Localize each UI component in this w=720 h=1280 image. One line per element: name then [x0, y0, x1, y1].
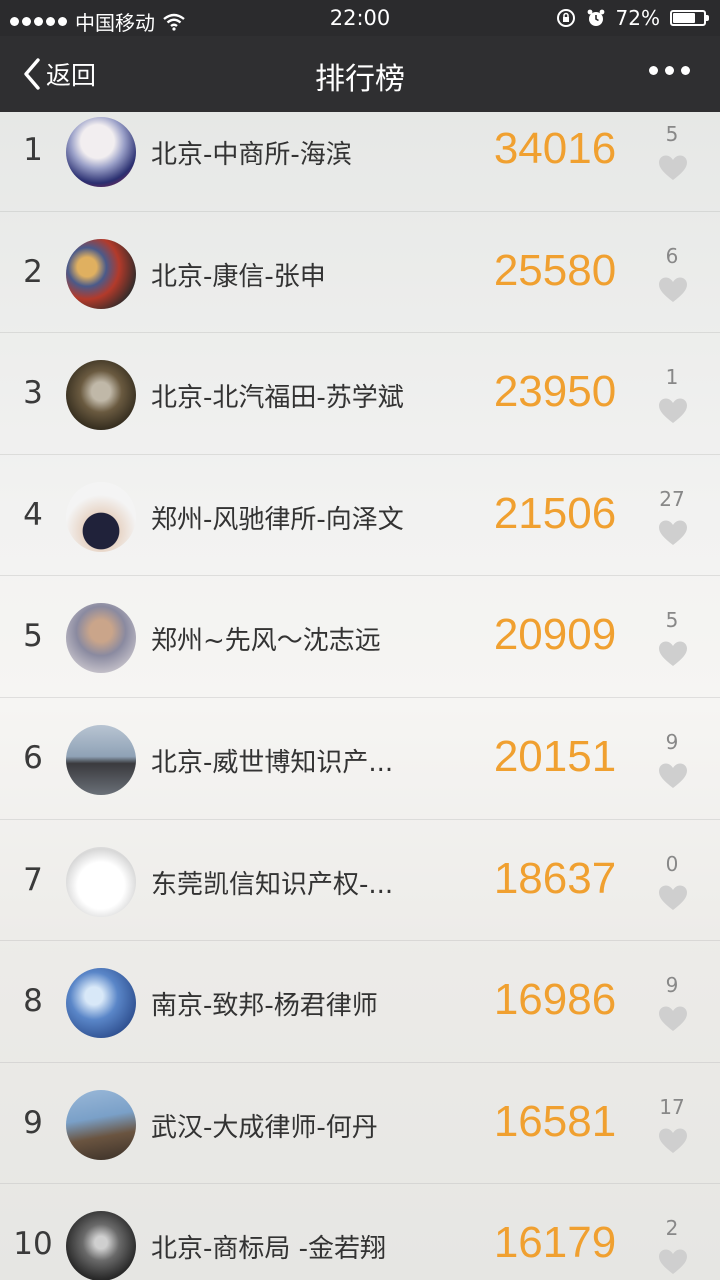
ranking-row[interactable]: 2 北京-康信-张申 25580 6 [0, 212, 720, 334]
heart-icon[interactable] [658, 1248, 688, 1276]
rank-number: 10 [13, 1226, 53, 1263]
user-name: 北京-北汽福田-苏学斌 [151, 383, 404, 414]
user-name: 北京-康信-张申 [151, 261, 326, 292]
ranking-row[interactable]: 9 武汉-大成律师-何丹 16581 17 [0, 1063, 720, 1185]
score-value: 34016 [493, 124, 617, 173]
rank-number: 7 [23, 861, 43, 898]
rank-number: 3 [23, 375, 43, 412]
user-name: 东莞凯信知识产权-... [151, 869, 394, 900]
ranking-row[interactable]: 5 郑州~先风～沈志远 20909 5 [0, 576, 720, 698]
avatar[interactable] [66, 968, 136, 1039]
rank-number: 6 [23, 739, 43, 776]
ranking-row[interactable]: 7 东莞凯信知识产权-... 18637 0 [0, 820, 720, 942]
user-name: 北京-威世博知识产... [151, 747, 394, 778]
like-count: 27 [659, 486, 685, 511]
ranking-list: 1 北京-中商所-海滨 34016 5 2 北京-康信-张申 25580 6 3… [0, 90, 720, 1280]
heart-icon[interactable] [658, 276, 688, 304]
heart-icon[interactable] [658, 884, 688, 912]
ranking-row[interactable]: 6 北京-威世博知识产... 20151 9 [0, 698, 720, 820]
battery-fill [673, 13, 695, 23]
status-right: 72% [556, 6, 709, 30]
heart-icon[interactable] [658, 154, 688, 182]
like-count: 9 [665, 973, 679, 998]
heart-icon[interactable] [658, 762, 688, 790]
like-count: 1 [665, 365, 679, 390]
like-count: 9 [665, 729, 679, 754]
avatar[interactable] [66, 1089, 136, 1160]
user-name: 武汉-大成律师-何丹 [151, 1112, 378, 1143]
like-count: 5 [665, 608, 679, 633]
avatar[interactable] [66, 603, 136, 674]
like-count: 17 [659, 1094, 685, 1119]
like-count: 0 [665, 851, 679, 876]
rank-number: 2 [23, 253, 43, 290]
ranking-row[interactable]: 1 北京-中商所-海滨 34016 5 [0, 90, 720, 212]
ranking-row[interactable]: 10 北京-商标局 -金若翔 16179 2 [0, 1184, 720, 1280]
status-bar: 中国移动 22:00 72% [0, 0, 720, 36]
avatar[interactable] [66, 117, 136, 187]
avatar[interactable] [66, 1211, 136, 1280]
back-label: 返回 [46, 61, 97, 90]
battery-icon [670, 10, 709, 26]
ranking-row[interactable]: 8 南京-致邦-杨君律师 16986 9 [0, 941, 720, 1063]
rank-number: 5 [23, 618, 43, 655]
heart-icon[interactable] [658, 397, 688, 425]
rotation-lock-icon [556, 9, 575, 27]
like-count: 2 [665, 1216, 679, 1241]
heart-icon[interactable] [658, 640, 688, 668]
score-value: 18637 [493, 853, 617, 903]
user-name: 北京-中商所-海滨 [151, 140, 352, 170]
score-value: 25580 [493, 245, 617, 295]
heart-icon[interactable] [658, 1005, 688, 1033]
user-name: 北京-商标局 -金若翔 [151, 1234, 387, 1265]
rank-number: 8 [23, 983, 43, 1020]
score-value: 16581 [493, 1096, 617, 1146]
user-name: 郑州~先风～沈志远 [151, 626, 381, 657]
rank-number: 9 [23, 1104, 43, 1141]
score-value: 20151 [493, 731, 617, 781]
avatar[interactable] [66, 481, 136, 552]
ranking-row[interactable]: 4 郑州-风驰律所-向泽文 21506 27 [0, 455, 720, 577]
heart-icon[interactable] [658, 519, 688, 547]
score-value: 16986 [493, 975, 617, 1025]
ranking-row[interactable]: 3 北京-北汽福田-苏学斌 23950 1 [0, 333, 720, 455]
avatar[interactable] [66, 846, 136, 917]
score-value: 23950 [493, 367, 617, 417]
more-icon[interactable] [649, 66, 690, 75]
avatar[interactable] [66, 360, 136, 431]
alarm-icon [587, 9, 604, 26]
score-value: 21506 [493, 488, 617, 538]
battery-percent: 72% [615, 6, 660, 30]
like-count: 6 [665, 243, 679, 268]
back-button[interactable]: 返回 [22, 56, 96, 92]
user-name: 南京-致邦-杨君律师 [151, 991, 378, 1022]
avatar[interactable] [66, 724, 136, 795]
user-name: 郑州-风驰律所-向泽文 [151, 504, 404, 535]
score-value: 16179 [493, 1218, 617, 1268]
avatar[interactable] [66, 238, 136, 309]
rank-number: 1 [23, 132, 43, 168]
like-count: 5 [665, 122, 679, 146]
score-value: 20909 [493, 610, 617, 660]
heart-icon[interactable] [658, 1127, 688, 1155]
rank-number: 4 [23, 496, 43, 533]
chevron-left-icon [24, 58, 40, 90]
